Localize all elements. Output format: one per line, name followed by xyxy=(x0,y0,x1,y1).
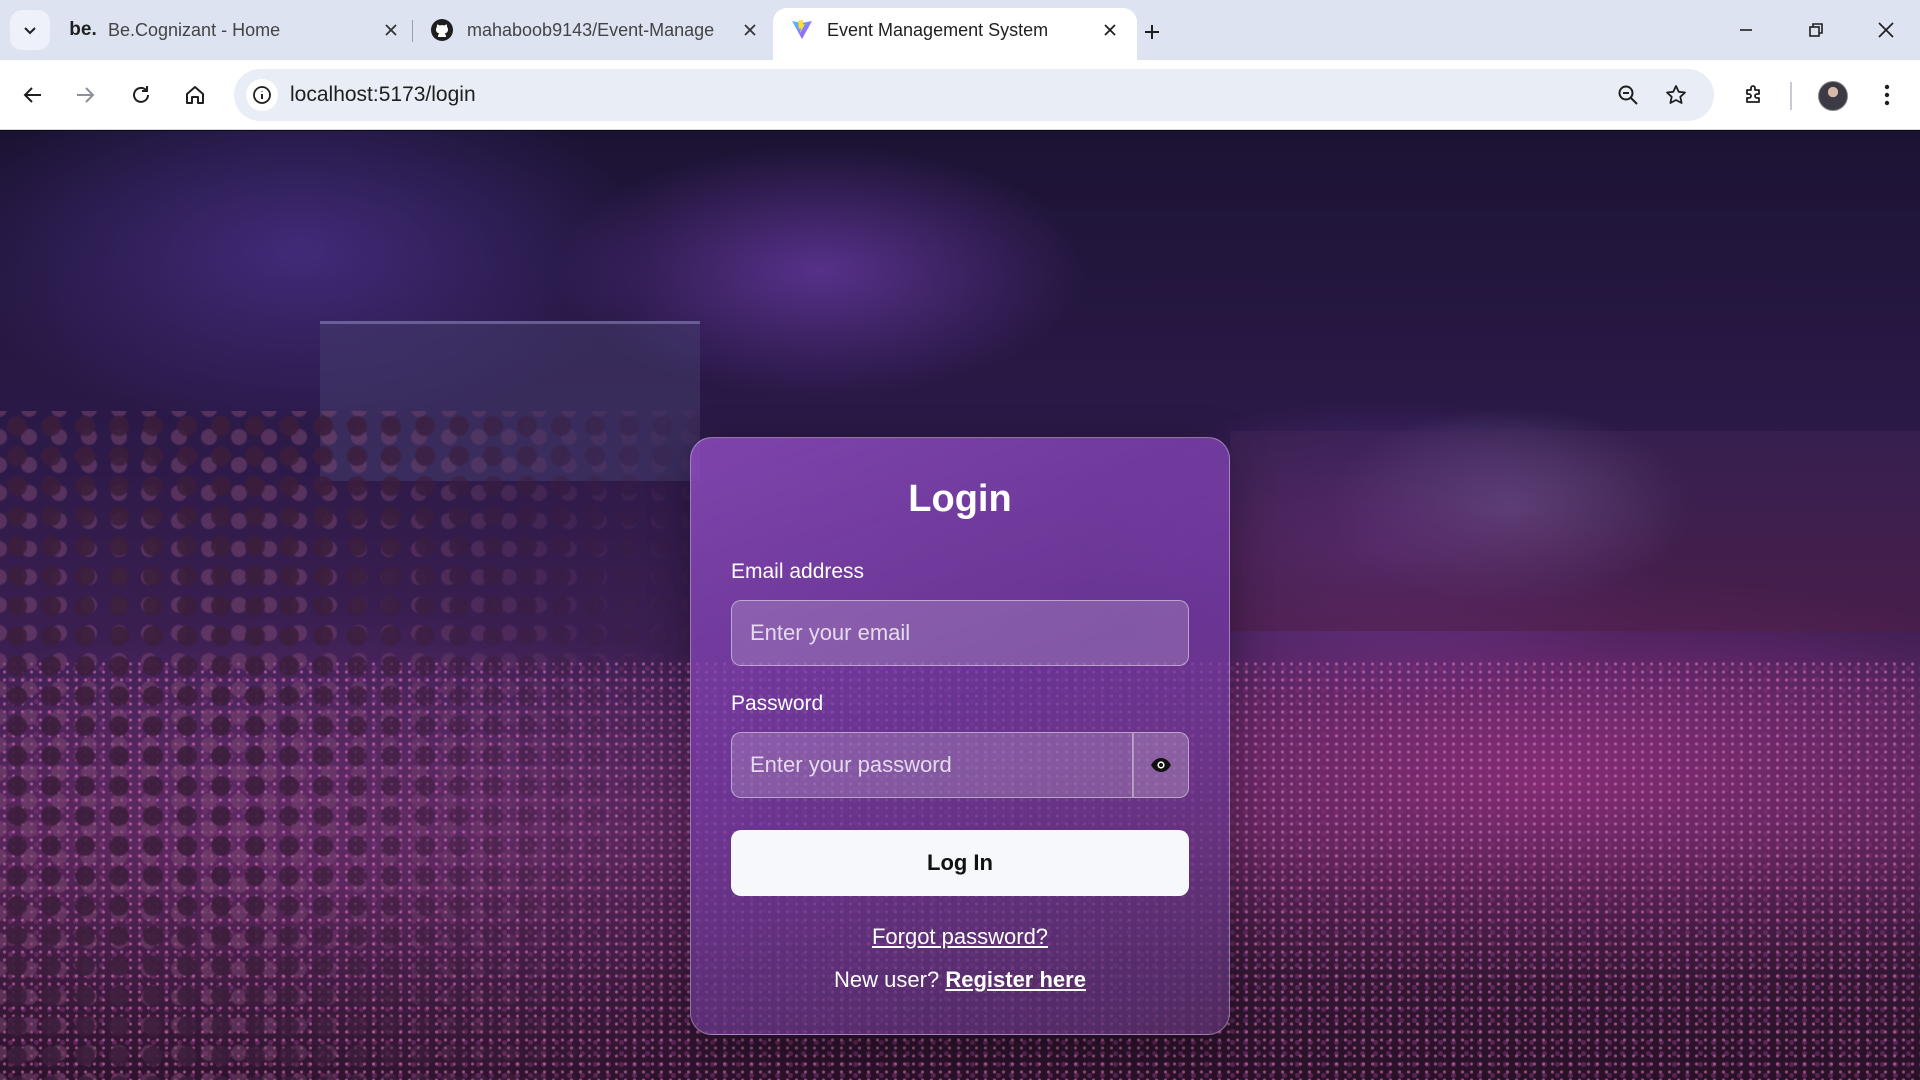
back-button[interactable] xyxy=(12,74,54,116)
reload-button[interactable] xyxy=(120,74,162,116)
close-icon xyxy=(1104,24,1116,36)
home-icon xyxy=(186,86,204,104)
tab-strip: be. Be.Cognizant - Home mahaboob9143/Eve… xyxy=(0,0,1920,60)
tab-becognizant[interactable]: be. Be.Cognizant - Home xyxy=(54,8,418,52)
plus-icon xyxy=(1145,25,1159,39)
register-link[interactable]: Register here xyxy=(945,967,1086,992)
more-vertical-icon xyxy=(1884,84,1890,106)
login-card: Login Email address Password Log In Forg… xyxy=(690,437,1230,1035)
restore-button[interactable] xyxy=(1798,12,1834,48)
login-button[interactable]: Log In xyxy=(731,830,1189,896)
email-input[interactable] xyxy=(731,600,1189,666)
becognizant-favicon: be. xyxy=(69,19,97,40)
tab-event-management[interactable]: Event Management System xyxy=(773,8,1137,60)
close-window-button[interactable] xyxy=(1868,12,1904,48)
site-info-button[interactable] xyxy=(246,79,278,111)
tab-close-button[interactable] xyxy=(380,19,402,41)
register-prompt: New user? Register here xyxy=(691,967,1229,993)
page-viewport: Login Email address Password Log In Forg… xyxy=(0,131,1920,1080)
tab-title: Event Management System xyxy=(827,19,1049,40)
profile-avatar[interactable] xyxy=(1818,81,1848,111)
zoom-out-icon xyxy=(1618,85,1638,105)
extensions-button[interactable] xyxy=(1733,74,1775,116)
email-label: Email address xyxy=(731,560,865,583)
bookmark-button[interactable] xyxy=(1660,79,1692,111)
crowd-foreground xyxy=(0,411,700,1080)
eye-icon xyxy=(1151,758,1171,772)
minimize-icon xyxy=(1740,29,1752,31)
password-label: Password xyxy=(731,692,824,715)
toolbar-separator xyxy=(1790,82,1792,110)
arrow-left-icon xyxy=(23,87,41,103)
close-icon xyxy=(744,24,756,36)
tab-close-button[interactable] xyxy=(739,19,761,41)
arrow-right-icon xyxy=(77,87,95,103)
tab-search-button[interactable] xyxy=(10,10,50,50)
toggle-password-visibility-button[interactable] xyxy=(1133,732,1189,798)
star-icon xyxy=(1666,85,1686,104)
stage-structure-right xyxy=(1230,431,1920,631)
address-bar[interactable]: localhost:5173/login xyxy=(234,69,1714,121)
forgot-password-link[interactable]: Forgot password? xyxy=(691,924,1229,950)
login-title: Login xyxy=(908,478,1012,520)
tab-github[interactable]: mahaboob9143/Event-Manage xyxy=(413,8,777,52)
forward-button[interactable] xyxy=(64,74,106,116)
url-text[interactable]: localhost:5173/login xyxy=(290,83,476,107)
password-input[interactable] xyxy=(731,732,1133,798)
close-icon xyxy=(1878,22,1894,38)
minimize-button[interactable] xyxy=(1728,12,1764,48)
chevron-down-icon xyxy=(24,27,36,35)
home-button[interactable] xyxy=(174,74,216,116)
tab-title: Be.Cognizant - Home xyxy=(108,19,281,40)
menu-button[interactable] xyxy=(1866,74,1908,116)
browser-toolbar: localhost:5173/login xyxy=(0,60,1920,130)
reload-icon xyxy=(133,86,149,103)
close-icon xyxy=(385,24,397,36)
restore-icon xyxy=(1809,23,1823,37)
tab-close-button[interactable] xyxy=(1099,19,1121,41)
info-icon xyxy=(253,86,271,104)
puzzle-icon xyxy=(1746,85,1760,103)
zoom-button[interactable] xyxy=(1612,79,1644,111)
github-icon xyxy=(429,17,455,43)
tab-title: mahaboob9143/Event-Manage xyxy=(467,19,715,40)
new-user-text: New user? xyxy=(834,967,940,992)
vite-icon xyxy=(789,17,815,43)
new-tab-button[interactable] xyxy=(1134,14,1170,50)
